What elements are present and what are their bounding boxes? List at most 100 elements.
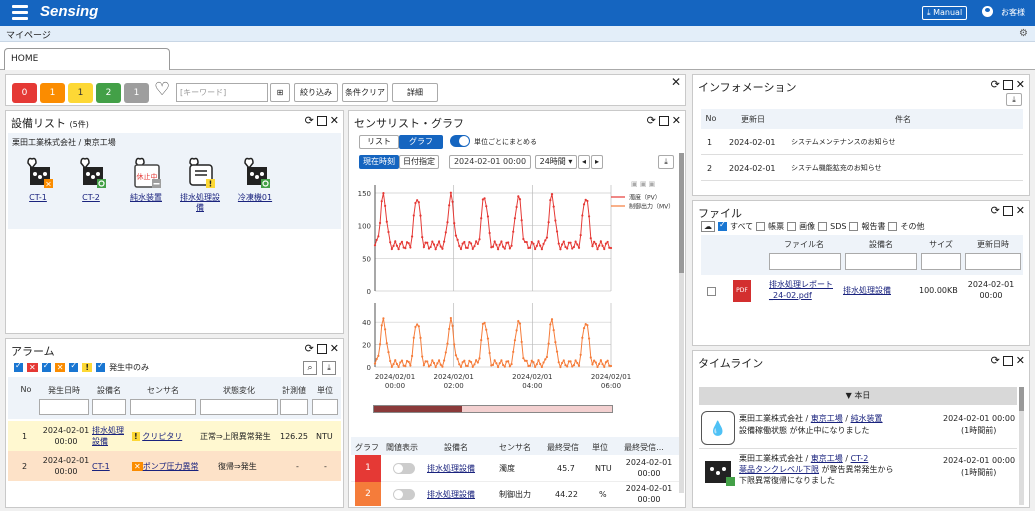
- table-row[interactable]: 1 2024-02-01 00:00 排水処理設備 ! クリピタリ 正常⇒上限異…: [8, 421, 341, 451]
- change-filter[interactable]: [200, 399, 278, 415]
- list-item[interactable]: 2 2024-02-01 システム機能拡充のお知らせ: [701, 157, 1023, 181]
- close-icon[interactable]: ✕: [672, 114, 681, 127]
- sensor-filter[interactable]: [130, 399, 196, 415]
- site-link[interactable]: 東京工場: [811, 454, 843, 463]
- row-checkbox[interactable]: [707, 287, 716, 296]
- timeline-item[interactable]: 栗田工業株式会社 / 東京工場 / CT-2 薬品タンクレベル下限 が警告異常発…: [699, 451, 1017, 491]
- value-filter[interactable]: [280, 399, 308, 415]
- filter-red-checkbox[interactable]: [14, 361, 23, 372]
- refresh-icon[interactable]: ⟳: [305, 342, 314, 355]
- badge-gray[interactable]: 1: [124, 83, 149, 103]
- equipment-filter[interactable]: [845, 253, 917, 270]
- close-icon[interactable]: ✕: [330, 114, 339, 127]
- maximize-icon[interactable]: [1002, 79, 1013, 90]
- manual-button[interactable]: ⤓ Manual: [922, 6, 968, 20]
- download-icon[interactable]: ⤓: [322, 361, 336, 375]
- equipment-filter[interactable]: [92, 399, 126, 415]
- tab-home[interactable]: HOME: [4, 48, 170, 71]
- table-row[interactable]: 2 排水処理設備 制御出力 44.22 % 2024-02-01 00:00: [351, 482, 679, 506]
- table-row[interactable]: PDF 排水処理レポート_24-02.pdf 排水処理設備 100.00KB 2…: [701, 275, 1023, 307]
- maximize-icon[interactable]: [1002, 205, 1013, 216]
- filter-checkbox[interactable]: [849, 222, 859, 231]
- row-equipment[interactable]: CT-1: [92, 461, 110, 472]
- close-icon[interactable]: ✕: [1016, 204, 1025, 217]
- equipment-item-chiller[interactable]: 冷凍機01: [233, 155, 277, 203]
- now-button[interactable]: 現在時刻: [359, 155, 399, 169]
- close-icon[interactable]: ✕: [330, 342, 339, 355]
- site-link[interactable]: 東京工場: [811, 414, 843, 423]
- equip-link[interactable]: CT-2: [851, 454, 869, 463]
- menu-icon[interactable]: [12, 5, 28, 21]
- timeline-item[interactable]: 💧 栗田工業株式会社 / 東京工場 / 純水装置 設備稼働状態 が休止中になりま…: [699, 409, 1017, 449]
- group-toggle[interactable]: [450, 135, 470, 147]
- maximize-icon[interactable]: [316, 115, 327, 126]
- download-icon[interactable]: ⤓: [658, 155, 674, 169]
- series-color[interactable]: 2: [355, 482, 381, 506]
- datetime-filter[interactable]: [39, 399, 89, 415]
- filename-filter[interactable]: [769, 253, 841, 270]
- sensor-link[interactable]: ポンプ圧力異常: [143, 462, 199, 471]
- equipment-item-ct1[interactable]: × CT-1: [16, 155, 60, 203]
- table-row[interactable]: 1 排水処理設備 濁度 45.7 NTU 2024-02-01 00:00: [351, 455, 679, 482]
- scrollbar[interactable]: [1019, 387, 1024, 505]
- badge-orange[interactable]: 1: [40, 83, 65, 103]
- detail-button[interactable]: 詳細: [392, 83, 438, 102]
- date-filter[interactable]: [965, 253, 1021, 270]
- threshold-toggle[interactable]: [393, 489, 415, 500]
- next-button[interactable]: ▸: [591, 155, 603, 169]
- maximize-icon[interactable]: [316, 343, 327, 354]
- clear-button[interactable]: 条件クリア: [342, 83, 388, 102]
- unit-filter[interactable]: [312, 399, 338, 415]
- user-icon[interactable]: [982, 6, 993, 17]
- maximize-icon[interactable]: [658, 115, 669, 126]
- equipment-item-ct2[interactable]: CT-2: [69, 155, 113, 203]
- row-equipment[interactable]: 排水処理設備: [427, 489, 475, 500]
- date-spec-button[interactable]: 日付指定: [399, 155, 439, 169]
- today-header[interactable]: ▼ 本日: [699, 387, 1017, 405]
- filter-yellow-checkbox[interactable]: [69, 361, 79, 372]
- favorite-heart-icon[interactable]: ♡: [154, 79, 170, 100]
- app-logo[interactable]: Sensing: [40, 3, 98, 20]
- row-equipment[interactable]: 排水処理設備: [427, 463, 475, 474]
- filter-checkbox[interactable]: [818, 222, 828, 231]
- sensor-link[interactable]: クリピタリ: [142, 432, 182, 441]
- close-icon[interactable]: ✕: [1016, 354, 1025, 367]
- refresh-icon[interactable]: ⟳: [991, 204, 1000, 217]
- filter-checkbox[interactable]: [888, 222, 898, 231]
- equipment-link[interactable]: 排水処理設備: [843, 285, 891, 296]
- filter-orange-checkbox[interactable]: [41, 361, 51, 372]
- row-equipment[interactable]: 排水処理設備: [92, 425, 130, 447]
- badge-red[interactable]: 0: [12, 83, 37, 103]
- prev-button[interactable]: ◂: [578, 155, 590, 169]
- refresh-icon[interactable]: ⟳: [305, 114, 314, 127]
- file-link[interactable]: 排水処理レポート_24-02.pdf: [769, 279, 839, 301]
- refresh-icon[interactable]: ⟳: [991, 78, 1000, 91]
- equip-link[interactable]: 純水装置: [851, 414, 883, 423]
- close-icon[interactable]: ✕: [1016, 78, 1025, 91]
- active-only-checkbox[interactable]: [96, 361, 106, 372]
- badge-green[interactable]: 2: [96, 83, 121, 103]
- download-icon[interactable]: ⤓: [1006, 93, 1022, 106]
- maximize-icon[interactable]: [1002, 355, 1013, 366]
- search-icon[interactable]: ⌕: [303, 361, 317, 375]
- tab-list[interactable]: リスト: [359, 135, 399, 149]
- series-color[interactable]: 1: [355, 455, 381, 482]
- upload-cloud-icon[interactable]: ☁: [701, 221, 715, 232]
- close-icon[interactable]: ✕: [671, 75, 681, 89]
- list-item[interactable]: 1 2024-02-01 システムメンテナンスのお知らせ: [701, 131, 1023, 155]
- threshold-toggle[interactable]: [393, 463, 415, 474]
- range-slider[interactable]: [373, 405, 613, 413]
- filter-checkbox[interactable]: [756, 222, 766, 231]
- badge-yellow[interactable]: 1: [68, 83, 93, 103]
- tab-graph[interactable]: グラフ: [399, 135, 443, 149]
- filter-checkbox[interactable]: [718, 220, 727, 231]
- scrollbar[interactable]: [679, 153, 684, 493]
- equipment-item-wastewater[interactable]: ! 排水処理設備: [178, 155, 222, 213]
- size-filter[interactable]: [921, 253, 961, 270]
- refresh-icon[interactable]: ⟳: [991, 354, 1000, 367]
- settings-gear-icon[interactable]: ⚙: [1019, 28, 1028, 39]
- narrow-button[interactable]: 絞り込み: [294, 83, 338, 102]
- sensor-link[interactable]: 薬品タンクレベル下限: [739, 465, 819, 474]
- refresh-icon[interactable]: ⟳: [647, 114, 656, 127]
- range-select[interactable]: 24時間 ▾: [535, 155, 577, 169]
